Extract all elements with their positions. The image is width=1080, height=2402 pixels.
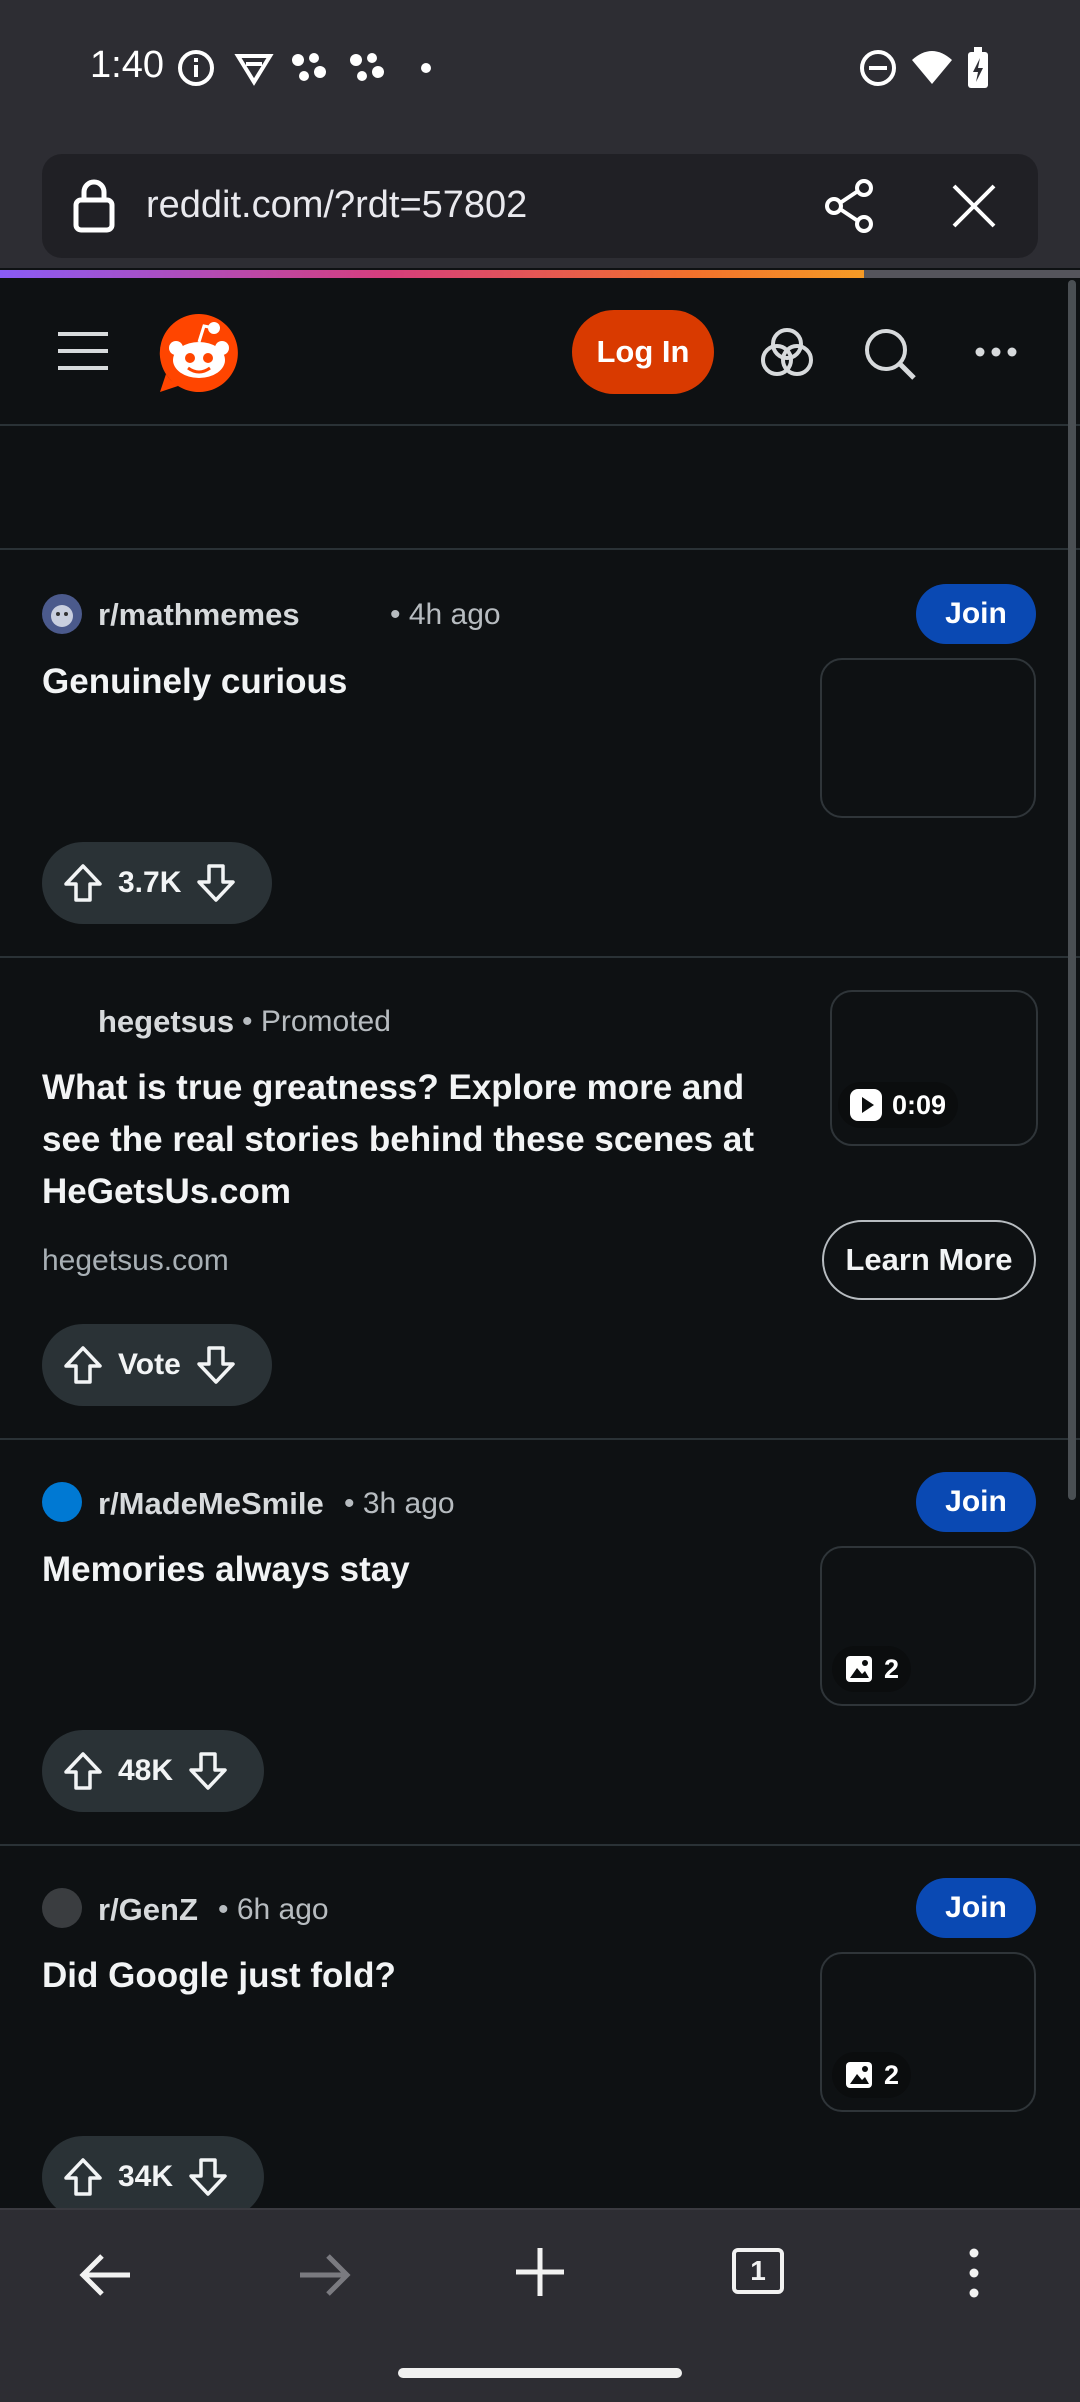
video-duration-badge: 0:09 <box>838 1082 959 1128</box>
close-icon[interactable] <box>950 182 998 230</box>
search-icon[interactable] <box>862 326 918 382</box>
downvote-icon[interactable] <box>195 1344 237 1386</box>
battery-charging-icon <box>968 47 988 88</box>
vote-count: 48K <box>118 1754 174 1787</box>
vote-control: 3.7K <box>42 842 272 924</box>
gallery-icon <box>846 1656 872 1682</box>
video-duration: 0:09 <box>892 1089 947 1120</box>
wifi-icon <box>912 51 952 84</box>
vote-count: 34K <box>118 2160 174 2193</box>
subreddit-avatar[interactable] <box>42 1888 82 1928</box>
post-title[interactable]: Did Google just fold? <box>42 1950 782 2002</box>
vpn-icon <box>234 54 274 86</box>
status-time: 1:40 <box>90 44 164 86</box>
post-title[interactable]: Genuinely curious <box>42 656 782 708</box>
vote-label: Vote <box>118 1348 181 1381</box>
downvote-icon[interactable] <box>187 1750 229 1792</box>
upvote-icon[interactable] <box>62 2156 104 2198</box>
more-options-icon[interactable] <box>974 346 1018 358</box>
back-arrow-icon[interactable] <box>78 2250 134 2300</box>
communities-icon[interactable] <box>760 326 814 380</box>
new-tab-icon[interactable] <box>514 2246 566 2298</box>
url-text[interactable]: reddit.com/?rdt=57802 <box>146 184 527 227</box>
subreddit-avatar[interactable] <box>42 594 82 634</box>
gallery-count-badge: 2 <box>832 1646 912 1692</box>
assistant-icon <box>292 53 326 81</box>
ad-domain[interactable]: hegetsus.com <box>42 1244 229 1278</box>
notification-dot-icon <box>421 63 431 73</box>
upvote-icon[interactable] <box>62 862 104 904</box>
gesture-bar[interactable] <box>398 2368 682 2378</box>
join-button[interactable]: Join <box>916 1878 1036 1938</box>
vote-control: Vote <box>42 1324 272 1406</box>
subreddit-name[interactable]: r/MadeMeSmile <box>98 1486 324 1522</box>
vote-count: 3.7K <box>118 866 182 899</box>
menu-icon[interactable] <box>58 330 108 372</box>
post-title[interactable]: What is true greatness? Explore more and… <box>42 1062 812 1218</box>
subreddit-name[interactable]: r/GenZ <box>98 1892 198 1928</box>
assistant-icon-2 <box>350 53 384 81</box>
play-icon <box>850 1089 882 1121</box>
page-load-progress-fill <box>0 270 864 278</box>
join-button[interactable]: Join <box>916 584 1036 644</box>
lock-icon[interactable] <box>72 178 116 234</box>
do-not-disturb-icon <box>860 50 896 86</box>
reddit-logo-icon[interactable] <box>156 310 242 396</box>
image-count: 2 <box>884 1653 900 1684</box>
share-icon[interactable] <box>822 178 878 234</box>
log-in-button[interactable]: Log In <box>572 310 714 394</box>
image-count: 2 <box>884 2059 900 2090</box>
advertiser-name[interactable]: hegetsus <box>98 1004 234 1040</box>
overflow-menu-icon[interactable] <box>966 2248 982 2298</box>
post-thumbnail[interactable] <box>820 658 1036 818</box>
learn-more-button[interactable]: Learn More <box>822 1220 1036 1300</box>
post-age: • 6h ago <box>218 1893 329 1926</box>
gallery-icon <box>846 2062 872 2088</box>
subreddit-avatar[interactable] <box>42 1482 82 1522</box>
post-title[interactable]: Memories always stay <box>42 1544 782 1596</box>
downvote-icon[interactable] <box>195 862 237 904</box>
join-button[interactable]: Join <box>916 1472 1036 1532</box>
forward-arrow-icon[interactable] <box>296 2250 352 2300</box>
promoted-label: • Promoted <box>242 1005 391 1038</box>
info-icon <box>178 50 214 86</box>
subreddit-name[interactable]: r/mathmemes <box>98 597 300 633</box>
page-scrollbar[interactable] <box>1068 280 1076 1500</box>
post-age: • 3h ago <box>344 1487 455 1520</box>
vote-control: 48K <box>42 1730 264 1812</box>
post-age: • 4h ago <box>390 598 501 631</box>
banner-area <box>0 426 1080 550</box>
upvote-icon[interactable] <box>62 1344 104 1386</box>
vote-control: 34K <box>42 2136 264 2218</box>
gallery-count-badge: 2 <box>832 2052 912 2098</box>
downvote-icon[interactable] <box>187 2156 229 2198</box>
upvote-icon[interactable] <box>62 1750 104 1792</box>
tab-switcher-button[interactable]: 1 <box>732 2248 784 2294</box>
